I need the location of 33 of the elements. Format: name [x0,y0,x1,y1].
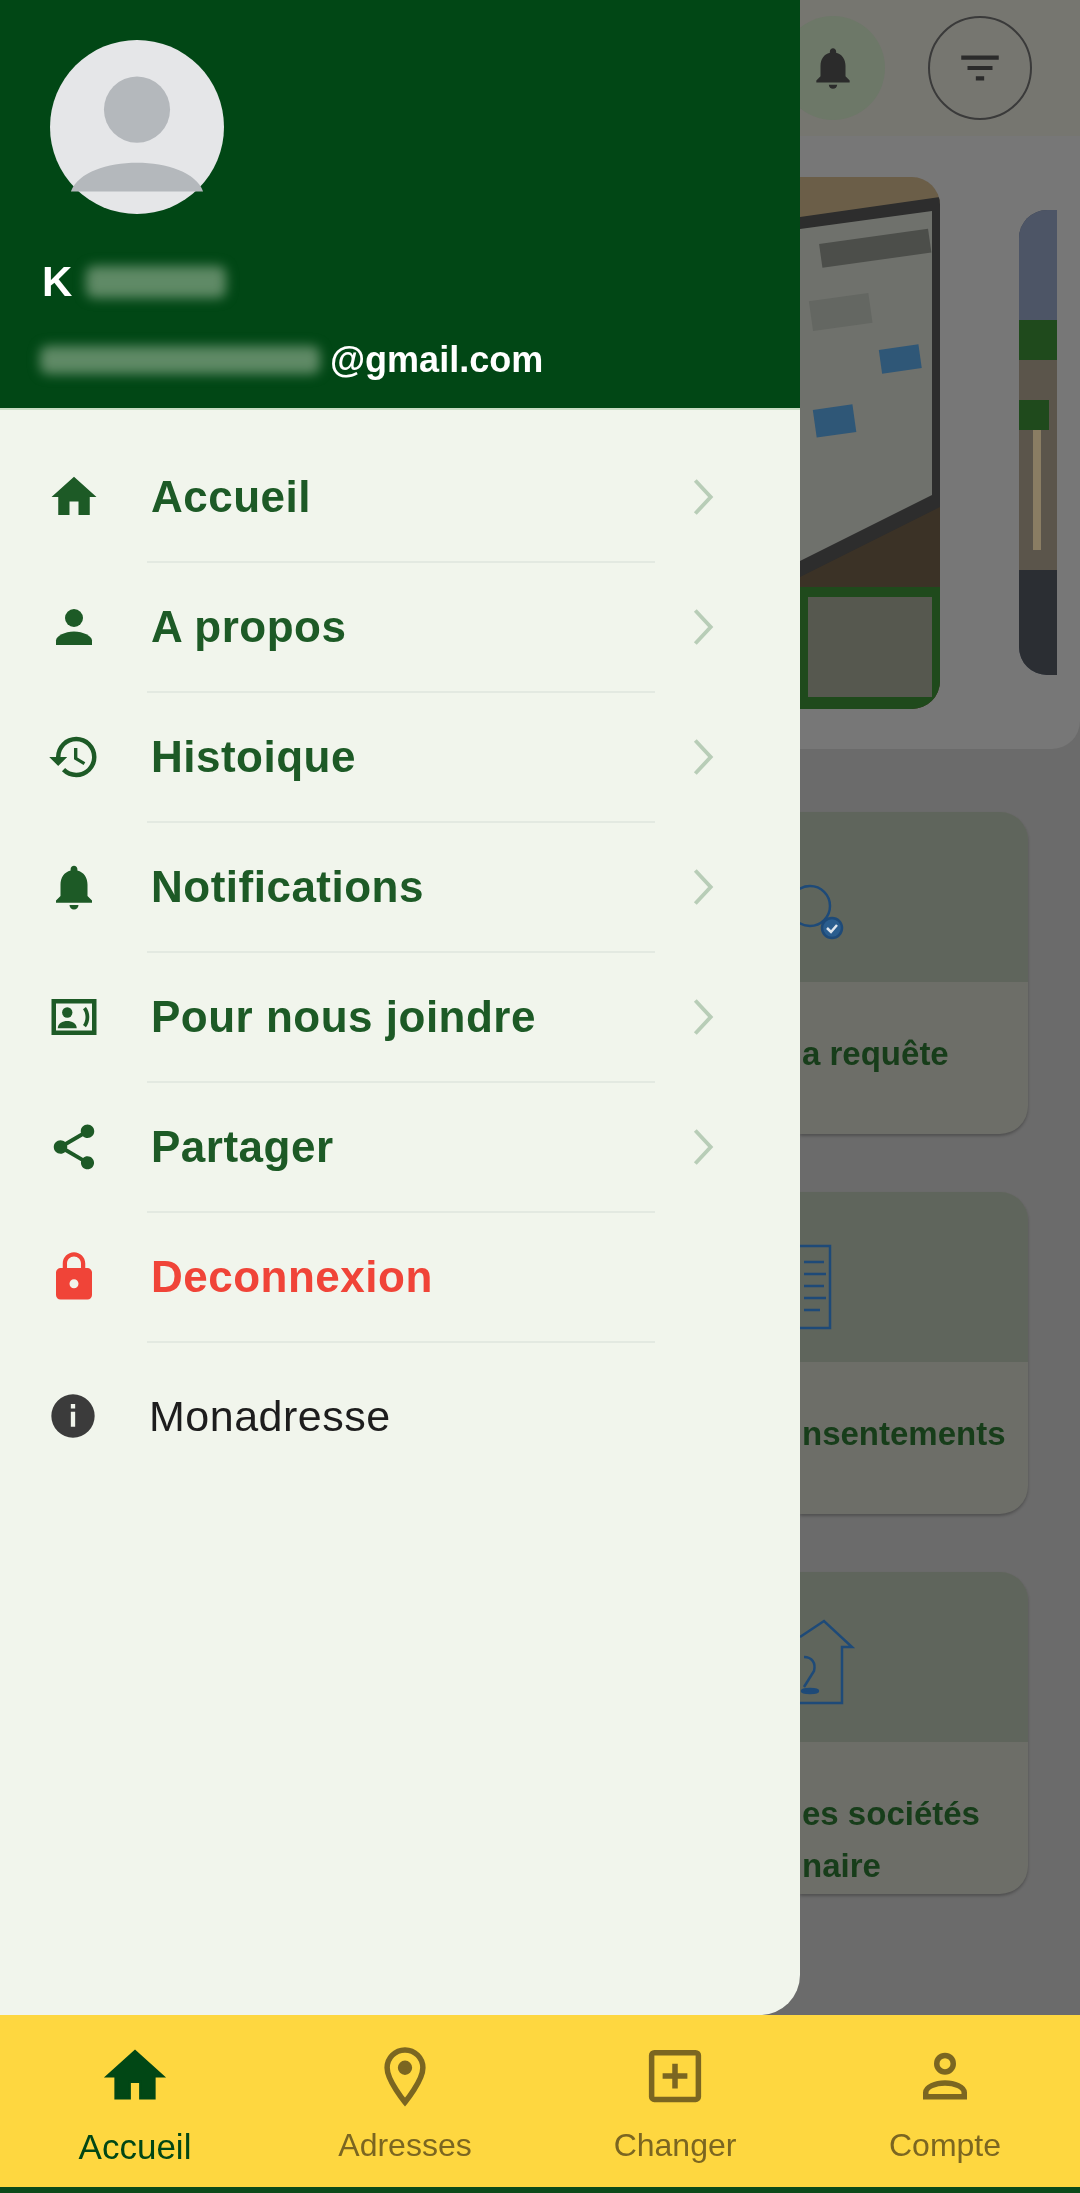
chevron-icon [692,1127,714,1167]
menu-item[interactable]: Notifications [0,823,800,951]
menu-label: Partager [151,1122,335,1172]
nav-tab[interactable]: Compte [810,2015,1080,2187]
menu-label: A propos [151,602,348,652]
chevron-icon [692,477,714,517]
menu-label: Histoique [151,732,357,782]
user-name: K [42,258,73,306]
menu-item[interactable]: Histoique [0,693,800,821]
filter-button[interactable] [928,16,1032,120]
menu-item[interactable]: A propos [0,563,800,691]
card-title: es sociétés [802,1794,981,1834]
menu-item[interactable]: Monadresse [0,1343,800,1489]
chevron-icon [692,867,714,907]
user-email: @gmail.com [330,339,544,381]
card-title: nsentements [802,1414,1007,1454]
menu-label: Accueil [151,472,312,522]
menu-label: Monadresse [149,1391,392,1441]
menu-label: Pour nous joindre [151,992,537,1042]
menu-item[interactable]: Pour nous joindre [0,953,800,1081]
menu-item[interactable]: Accueil [0,433,800,561]
card-title: a requête [802,1034,950,1074]
menu-item[interactable]: Partager [0,1083,800,1211]
chevron-icon [692,997,714,1037]
nav-tab[interactable]: Adresses [270,2015,540,2187]
menu-label: Deconnexion [151,1252,434,1302]
nav-tab[interactable]: Accueil [0,2015,270,2187]
card-title: naire [802,1846,882,1886]
menu-label: Notifications [151,862,425,912]
chevron-icon [692,737,714,777]
nav-tab[interactable]: Changer [540,2015,810,2187]
chevron-icon [692,607,714,647]
avatar-icon [50,40,224,214]
